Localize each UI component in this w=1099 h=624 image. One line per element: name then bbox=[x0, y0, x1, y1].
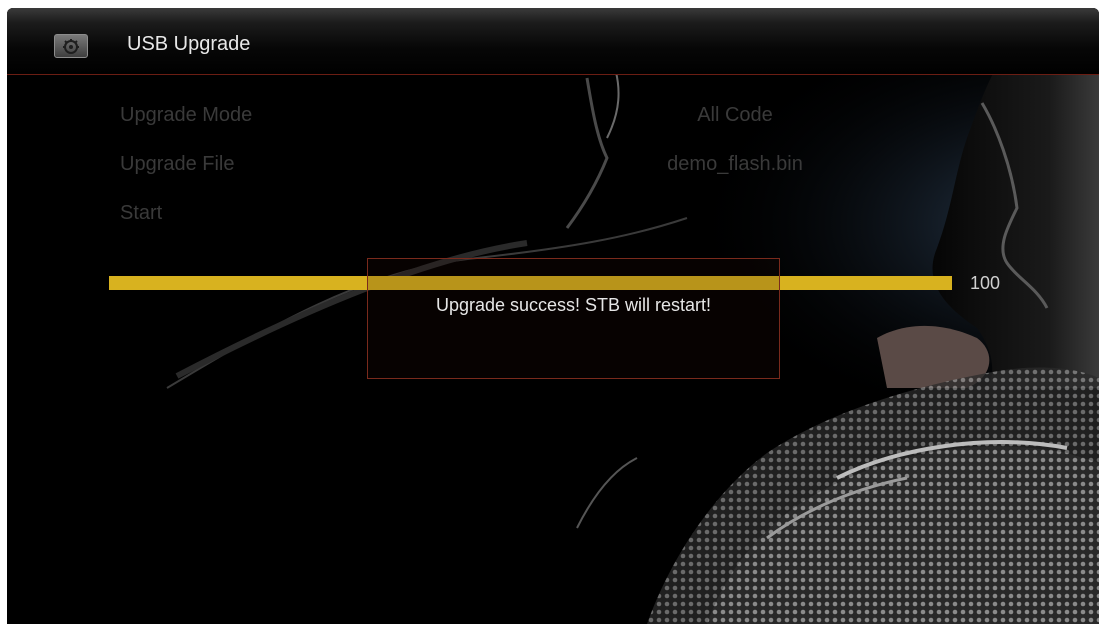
upgrade-file-value[interactable]: demo_flash.bin bbox=[667, 153, 803, 176]
page-title: USB Upgrade bbox=[127, 33, 251, 55]
upgrade-settings-icon bbox=[54, 34, 88, 58]
upgrade-success-dialog: Upgrade success! STB will restart! bbox=[367, 258, 780, 379]
menu-item-start[interactable]: Start bbox=[120, 202, 162, 225]
menu-item-upgrade-file[interactable]: Upgrade File bbox=[120, 153, 235, 176]
upgrade-mode-value[interactable]: All Code bbox=[697, 104, 773, 127]
dialog-message: Upgrade success! STB will restart! bbox=[435, 295, 712, 315]
progress-value: 100 bbox=[970, 273, 1001, 293]
header-divider bbox=[7, 74, 1099, 75]
tv-screen: USB Upgrade Upgrade Mode All Code Upgrad… bbox=[7, 8, 1099, 624]
menu-item-upgrade-mode[interactable]: Upgrade Mode bbox=[120, 104, 252, 127]
